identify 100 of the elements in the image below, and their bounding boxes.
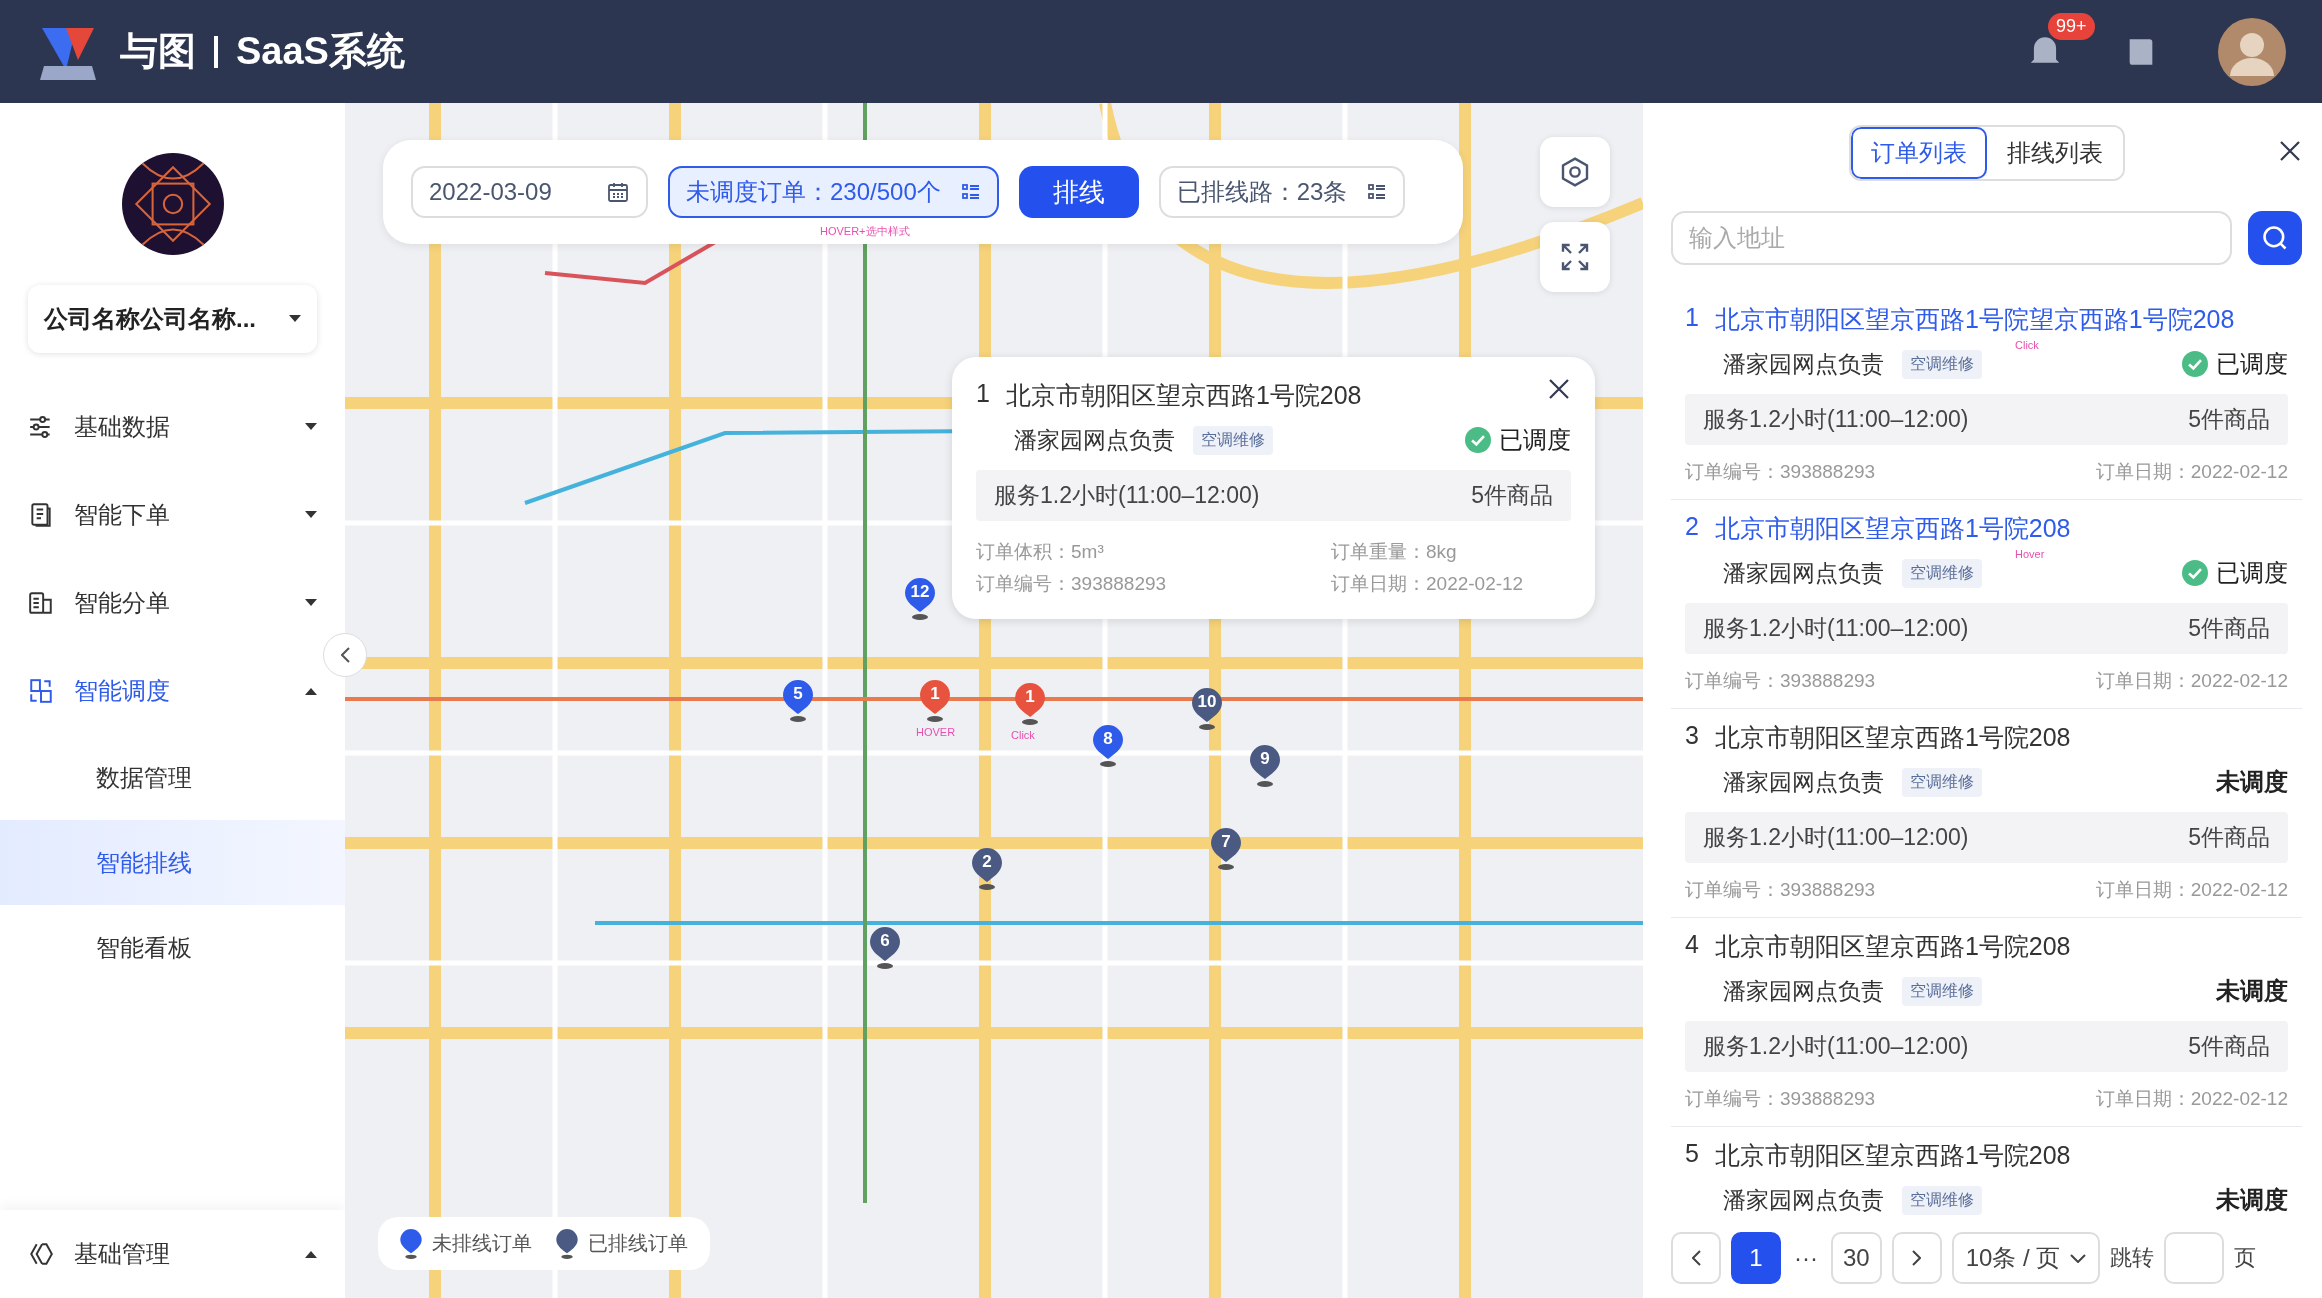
order-address-link[interactable]: 北京市朝阳区望京西路1号院208 [1714, 721, 2071, 754]
design-annotation: HOVER [916, 726, 956, 738]
date-field[interactable]: 2022-03-09 [411, 166, 648, 218]
chevron-down-icon [2070, 1253, 2087, 1263]
map-pin[interactable] [905, 578, 935, 620]
page-button[interactable]: 1 [1731, 1232, 1781, 1284]
order-number: 1 [976, 379, 990, 409]
order-owner: 潘家园网点负责 [1723, 349, 1884, 379]
search-button[interactable] [2248, 211, 2302, 265]
order-number-label: 订单编号：393888293 [1685, 460, 1876, 484]
order-number-label: 订单编号：393888293 [1685, 878, 1876, 902]
order-status: 未调度 [2216, 1185, 2288, 1215]
order-number-label: 订单编号：393888293 [976, 572, 1168, 596]
pin-number: 6 [879, 931, 891, 951]
collapse-button[interactable] [323, 633, 367, 677]
order-owner: 潘家园网点负责 [1723, 767, 1884, 797]
order-status: 未调度 [2216, 976, 2288, 1006]
search-icon [2261, 224, 2289, 252]
menu-item[interactable]: 基础数据 [0, 383, 345, 471]
order-owner: 潘家园网点负责 [1723, 558, 1884, 588]
company-logo-icon [121, 153, 224, 255]
order-number-label: 订单编号：393888293 [1685, 669, 1876, 693]
order-address-link[interactable]: 北京市朝阳区望京西路1号院208 [1714, 512, 2071, 545]
pin-number: 1 [929, 684, 941, 704]
submenu-item[interactable]: 智能看板 [0, 905, 345, 990]
company-select[interactable]: 公司名称公司名称... [28, 285, 317, 353]
fullscreen-button[interactable] [1540, 222, 1610, 292]
page-size-select[interactable]: 10条 / 页 [1951, 1232, 2101, 1284]
design-annotation: HOVER+选中样式 [820, 224, 910, 239]
goods-count: 5件商品 [2188, 405, 2270, 434]
close-icon[interactable] [1547, 377, 1571, 401]
order-number-label: 订单编号：393888293 [1685, 1087, 1876, 1111]
split-icon [28, 590, 54, 616]
order-date: 订单日期：2022-02-12 [2095, 460, 2288, 484]
product-name: SaaS系统 [236, 29, 405, 74]
design-annotation: Click [1011, 729, 1035, 741]
pin-number: 9 [1259, 749, 1271, 769]
address-input[interactable]: 输入地址 [1671, 211, 2232, 265]
service-time: 服务1.2小时(11:00–12:00) [1703, 405, 1969, 434]
service-time: 服务1.2小时(11:00–12:00) [994, 481, 1260, 510]
calendar-icon [606, 180, 630, 204]
order-date: 订单日期：2022-02-12 [2095, 669, 2288, 693]
pin-number: 8 [1102, 729, 1114, 749]
check-circle-icon [2182, 560, 2208, 586]
goods-count: 5件商品 [2188, 614, 2270, 643]
map-pin[interactable] [972, 848, 1002, 890]
submenu-item[interactable]: 智能排线 [0, 820, 345, 905]
order-status: 已调度 [2216, 558, 2288, 588]
chevron-left-icon [340, 647, 350, 663]
order-owner: 潘家园网点负责 [1014, 425, 1175, 455]
order-address-link[interactable]: 北京市朝阳区望京西路1号院望京西路1号院208 [1714, 303, 2235, 336]
order-date: 订单日期：2022-02-12 [1331, 572, 1525, 596]
menu-item[interactable]: 智能分单 [0, 559, 345, 647]
map-pin[interactable] [870, 927, 900, 969]
brand-name: 与图 [120, 29, 196, 74]
order-number: 2 [1685, 512, 1699, 542]
order-number: 3 [1685, 721, 1699, 751]
order-address: 北京市朝阳区望京西路1号院208 [1005, 380, 1362, 411]
map-pin[interactable] [1211, 828, 1241, 870]
map-pin[interactable] [1192, 688, 1222, 730]
service-time: 服务1.2小时(11:00–12:00) [1703, 614, 1969, 643]
map-pin[interactable] [1015, 683, 1045, 725]
tab[interactable]: 订单列表 [1850, 127, 1987, 179]
page-unit: 页 [2234, 1244, 2257, 1272]
map-pin[interactable] [783, 680, 813, 722]
service-tag: 空调维修 [1902, 976, 1982, 1006]
service-time: 服务1.2小时(11:00–12:00) [1703, 823, 1969, 852]
close-icon[interactable] [2278, 139, 2302, 163]
submenu-item[interactable]: 数据管理 [0, 735, 345, 820]
order-address-link[interactable]: 北京市朝阳区望京西路1号院208 [1714, 1139, 2071, 1172]
route-button[interactable]: 排线 [1018, 166, 1139, 218]
service-tag: 空调维修 [1902, 558, 1982, 588]
list-icon [1367, 182, 1388, 202]
service-tag: 空调维修 [1902, 1185, 1982, 1215]
avatar-icon[interactable] [2218, 17, 2286, 86]
locate-button[interactable] [1540, 137, 1610, 207]
service-time: 服务1.2小时(11:00–12:00) [1703, 1032, 1969, 1061]
legend-label: 已排线订单 [588, 1231, 688, 1256]
list-icon [960, 182, 981, 202]
map-pin[interactable] [1093, 725, 1123, 767]
map-pin[interactable] [920, 680, 950, 722]
chevron-right-icon [1912, 1250, 1922, 1266]
order-status: 未调度 [2216, 767, 2288, 797]
order-number: 5 [1685, 1139, 1699, 1169]
menu-item[interactable]: 基础管理 [0, 1210, 345, 1298]
order-owner: 潘家园网点负责 [1723, 1185, 1884, 1215]
menu-item[interactable]: 智能调度 [0, 647, 345, 735]
routed-lines-button[interactable]: 已排线路：23条 [1158, 166, 1406, 218]
design-annotation: Hover [2015, 548, 2045, 560]
page-button[interactable]: 30 [1831, 1232, 1882, 1284]
order-address-link[interactable]: 北京市朝阳区望京西路1号院208 [1714, 930, 2071, 963]
jump-label: 跳转 [2110, 1244, 2155, 1272]
goods-count: 5件商品 [2188, 1032, 2270, 1061]
pin-number: 1 [1024, 687, 1036, 707]
menu-item[interactable]: 智能下单 [0, 471, 345, 559]
page-jump-input[interactable] [2164, 1232, 2225, 1284]
pin-number: 10 [1196, 692, 1218, 712]
order-number: 4 [1685, 930, 1699, 960]
caret-icon [289, 315, 301, 323]
map-pin[interactable] [1250, 745, 1280, 787]
